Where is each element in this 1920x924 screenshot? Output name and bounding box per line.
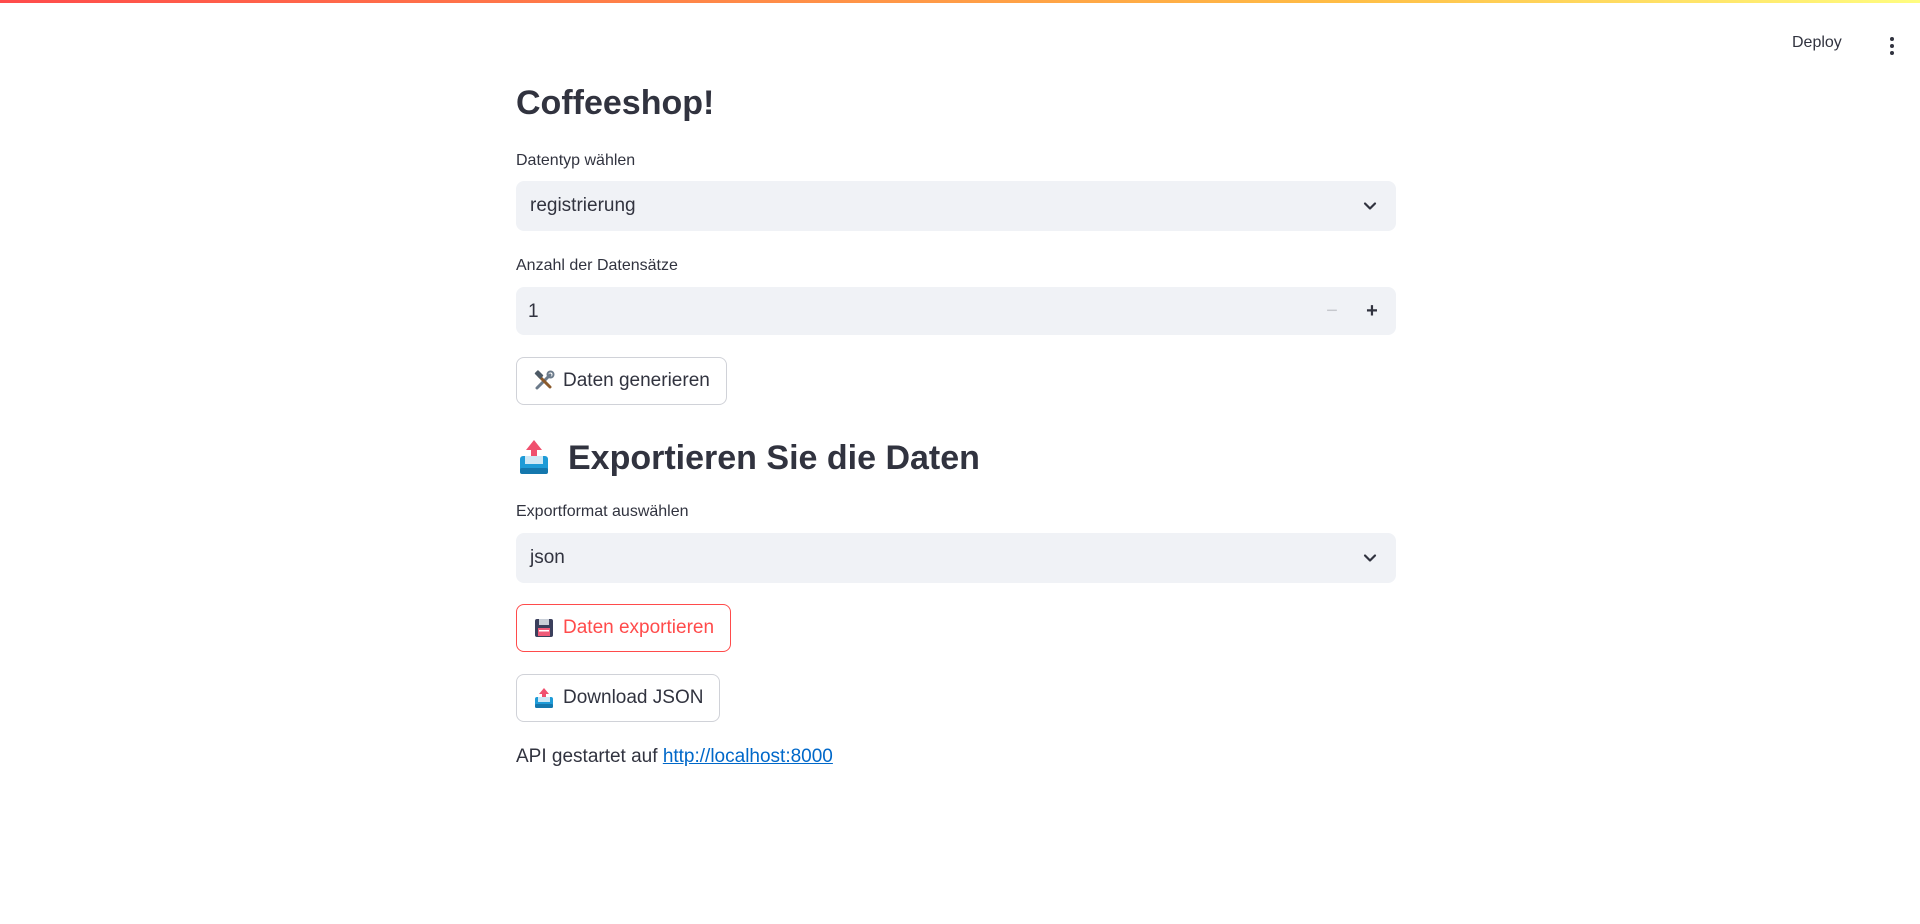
- api-status-text: API gestartet auf http://localhost:8000: [516, 746, 833, 768]
- export-format-selected-value: json: [530, 547, 565, 568]
- generate-data-button[interactable]: Daten generieren: [516, 357, 727, 405]
- generate-data-label: Daten generieren: [563, 370, 710, 391]
- export-section-title: Exportieren Sie die Daten: [568, 438, 980, 477]
- download-json-button[interactable]: Download JSON: [516, 674, 721, 722]
- kebab-menu-icon[interactable]: [1880, 32, 1904, 60]
- chevron-down-icon: [1363, 554, 1377, 562]
- export-data-button[interactable]: Daten exportieren: [516, 604, 732, 652]
- count-value[interactable]: 1: [528, 301, 539, 323]
- app-toolbar: Deploy: [1720, 30, 1920, 62]
- increment-button[interactable]: +: [1352, 287, 1392, 335]
- count-label: Anzahl der Datensätze: [516, 257, 678, 274]
- deploy-button[interactable]: Deploy: [1792, 34, 1842, 52]
- count-number-input[interactable]: 1 − +: [516, 287, 1396, 335]
- download-json-label: Download JSON: [563, 687, 704, 708]
- floppy-disk-icon: [535, 619, 553, 637]
- outbox-tray-icon: [520, 440, 548, 474]
- datatype-select[interactable]: registrierung: [516, 181, 1396, 231]
- datatype-selected-value: registrierung: [530, 195, 636, 216]
- api-url-link[interactable]: http://localhost:8000: [663, 746, 833, 767]
- export-section-header: Exportieren Sie die Daten: [516, 434, 980, 482]
- export-format-select[interactable]: json: [516, 533, 1396, 583]
- export-data-label: Daten exportieren: [563, 617, 715, 638]
- top-decoration-bar: [0, 0, 1920, 3]
- export-format-label: Exportformat auswählen: [516, 503, 689, 520]
- api-status-prefix: API gestartet auf: [516, 746, 658, 767]
- hammer-and-wrench-icon: [534, 370, 555, 390]
- datatype-label: Datentyp wählen: [516, 152, 636, 169]
- decrement-button[interactable]: −: [1312, 287, 1352, 335]
- page-title: Coffeeshop!: [516, 84, 715, 122]
- outbox-tray-icon: [535, 688, 553, 708]
- clipped-title-line: — — — — — — — — — — — — — — — — — — — — …: [516, 72, 1216, 76]
- chevron-down-icon: [1363, 202, 1377, 210]
